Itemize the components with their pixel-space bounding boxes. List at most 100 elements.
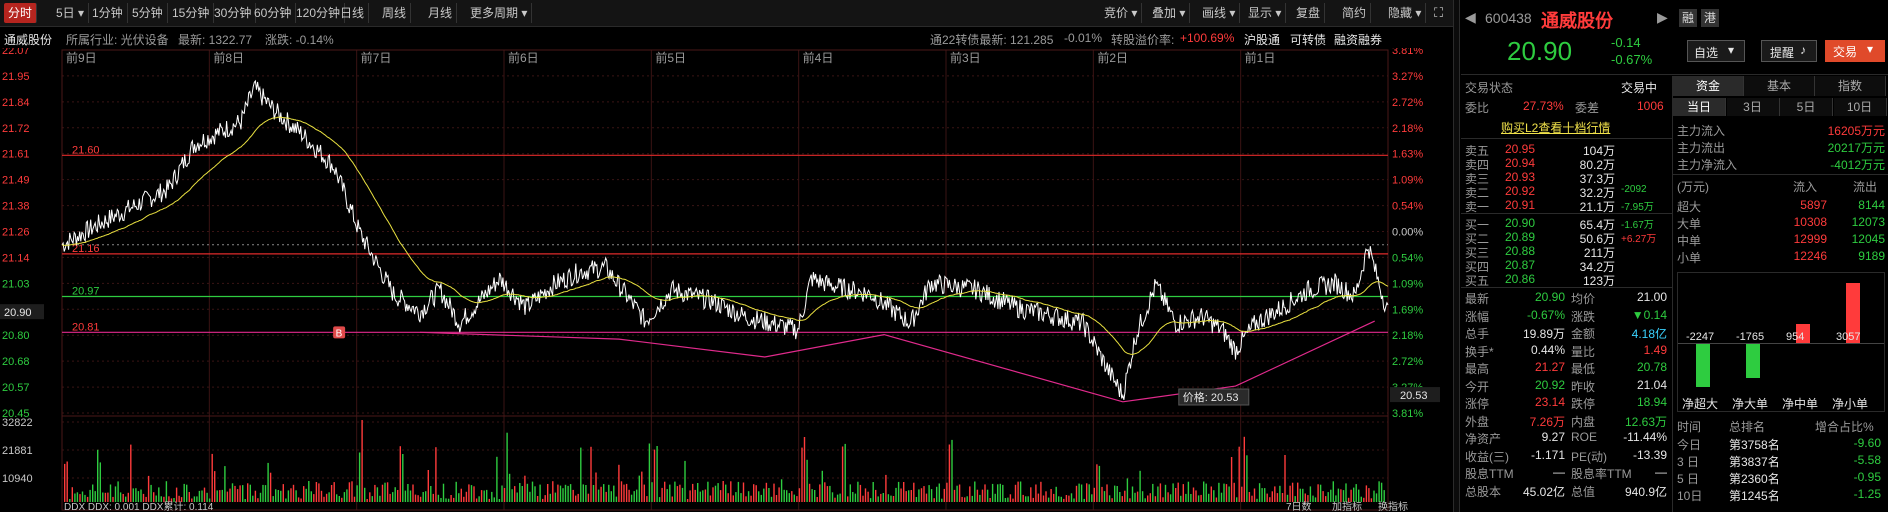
- toolbar-tool-3[interactable]: 显示 ▾: [1244, 3, 1287, 23]
- watchlist-button[interactable]: 自选 ▾: [1687, 40, 1745, 62]
- period-tab-2[interactable]: 1分钟: [88, 3, 128, 23]
- volume-bar: [890, 495, 892, 502]
- collapse-left-icon[interactable]: ◀: [1465, 9, 1476, 26]
- period-tab-0[interactable]: 分时: [4, 3, 38, 23]
- volume-bar: [778, 487, 780, 502]
- average-price-line[interactable]: [62, 116, 1389, 356]
- volume-bar: [1098, 465, 1101, 502]
- indicator-button[interactable]: 7日数: [1286, 500, 1312, 512]
- volume-bar: [684, 460, 686, 502]
- volume-bar: [94, 491, 96, 502]
- premium-value: +100.69%: [1180, 31, 1235, 45]
- volume-bar: [592, 485, 595, 502]
- volume-bar: [651, 482, 653, 502]
- volume-bar: [519, 483, 521, 502]
- volume-bar: [1014, 484, 1017, 502]
- fullscreen-icon[interactable]: ⛶: [1430, 3, 1447, 23]
- day-label: 前1日: [1245, 50, 1276, 65]
- volume-bar: [506, 432, 508, 502]
- toolbar-tool-2[interactable]: 画线 ▾: [1198, 3, 1241, 23]
- pct-tick-label: 0.54%: [1392, 252, 1423, 264]
- volume-bar: [801, 447, 803, 502]
- panel-divider[interactable]: [1453, 0, 1460, 512]
- volume-bar: [755, 485, 757, 502]
- volume-bar: [1025, 496, 1027, 502]
- volume-bar: [435, 447, 437, 502]
- period-tab-3[interactable]: 5分钟: [128, 3, 168, 23]
- toolbar-tool-1[interactable]: 叠加 ▾: [1148, 3, 1191, 23]
- fund-period-1[interactable]: 3日: [1726, 98, 1780, 116]
- period-toolbar: 分时 5日 ▾ 1分钟 5分钟 15分钟 30分钟 60分钟 120分钟 日线 周线 月线 更多周期 …: [0, 0, 1453, 27]
- rank-position: 第2360名: [1729, 472, 1780, 486]
- volume-bar: [1141, 491, 1144, 502]
- level2-upsell-link[interactable]: 购买L2查看十档行情: [1501, 119, 1610, 136]
- period-tab-11[interactable]: 更多周期 ▾: [466, 3, 533, 23]
- volume-bar: [575, 495, 577, 502]
- pct-tick-label: 3.27%: [1392, 71, 1423, 83]
- period-tab-4[interactable]: 15分钟: [168, 3, 215, 23]
- convertible-tag[interactable]: 可转债: [1290, 31, 1326, 48]
- fund-tab-0[interactable]: 资金: [1673, 76, 1744, 96]
- quote-label: 均价: [1571, 292, 1596, 306]
- volume-bar: [409, 490, 412, 502]
- quote-label: 量比: [1571, 344, 1596, 359]
- volume-bar: [224, 466, 226, 502]
- volume-bar: [643, 484, 645, 502]
- industry-label[interactable]: 所属行业: 光伏设备: [66, 31, 169, 48]
- volume-bar: [282, 484, 284, 502]
- volume-bar: [577, 493, 579, 502]
- indicator-button[interactable]: 加指标: [1332, 500, 1362, 512]
- volume-bar: [188, 492, 190, 502]
- flow-label: 主力流入: [1677, 124, 1726, 138]
- volume-bar: [1223, 483, 1225, 502]
- bond-latest[interactable]: 通22转债最新: 121.285: [930, 31, 1053, 48]
- toolbar-tool-0[interactable]: 竞价 ▾: [1100, 3, 1143, 23]
- rank-header: 时间: [1677, 420, 1702, 434]
- order-book: 交易状态 交易中 委比 27.73% 委差 1006 购买L2查看十档行情 卖五 20.95 10…: [1461, 76, 1672, 512]
- volume-bar: [242, 485, 244, 502]
- volume-bar: [692, 483, 694, 502]
- volume-bar: [366, 499, 368, 502]
- intraday-chart[interactable]: 22.07 3.81% 21.95 3.27% 21.84 2.72% 21.72 2.18%…: [0, 48, 1453, 512]
- volume-bar: [473, 486, 475, 502]
- toolbar-tool-4[interactable]: 复盘: [1292, 3, 1326, 23]
- volume-bar: [768, 488, 770, 502]
- alert-button[interactable]: 提醒 ♪: [1761, 40, 1817, 62]
- net-flow-label: 净小单: [1832, 397, 1869, 411]
- period-tab-6[interactable]: 60分钟: [250, 3, 297, 23]
- flow-label: 主力净流入: [1677, 158, 1738, 172]
- volume-bar: [847, 496, 849, 502]
- fund-period-0[interactable]: 当日: [1673, 98, 1726, 116]
- volume-bar: [84, 494, 86, 502]
- quote-value: —: [1655, 465, 1667, 479]
- volume-bar: [249, 484, 251, 502]
- period-tab-10[interactable]: 月线: [424, 3, 458, 23]
- volume-bar: [290, 488, 292, 502]
- period-tab-9[interactable]: 周线: [378, 3, 412, 23]
- fund-period-3[interactable]: 10日: [1833, 98, 1887, 116]
- volume-bar: [1350, 489, 1352, 502]
- hk-connect-tag[interactable]: 沪股通: [1244, 31, 1280, 48]
- volume-bar: [310, 491, 312, 502]
- volume-bar: [1175, 488, 1177, 502]
- volume-bar: [580, 447, 582, 502]
- volume-bar: [745, 496, 747, 502]
- ask-price: 20.95: [1505, 142, 1536, 156]
- period-tab-8[interactable]: 日线: [336, 3, 370, 23]
- indicator-button[interactable]: 换指标: [1378, 500, 1408, 512]
- margin-tag[interactable]: 融资融券: [1334, 31, 1382, 48]
- toolbar-tool-6[interactable]: 隐藏 ▾: [1384, 3, 1427, 23]
- volume-bar: [539, 484, 541, 502]
- quote-value: 940.9亿: [1624, 484, 1667, 499]
- fund-tab-1[interactable]: 基本: [1744, 76, 1815, 96]
- trade-button[interactable]: 交易 ▾: [1825, 40, 1885, 62]
- toolbar-tool-5[interactable]: 简约: [1338, 3, 1372, 23]
- volume-bar: [819, 484, 821, 502]
- fund-tab-2[interactable]: 指数: [1815, 76, 1886, 96]
- next-stock-icon[interactable]: ▶: [1657, 9, 1668, 26]
- fund-period-2[interactable]: 5日: [1780, 98, 1833, 116]
- period-tab-1[interactable]: 5日 ▾: [52, 3, 90, 23]
- quote-label: PE(动): [1571, 449, 1608, 464]
- volume-bar: [600, 486, 602, 502]
- volume-bar: [127, 492, 129, 502]
